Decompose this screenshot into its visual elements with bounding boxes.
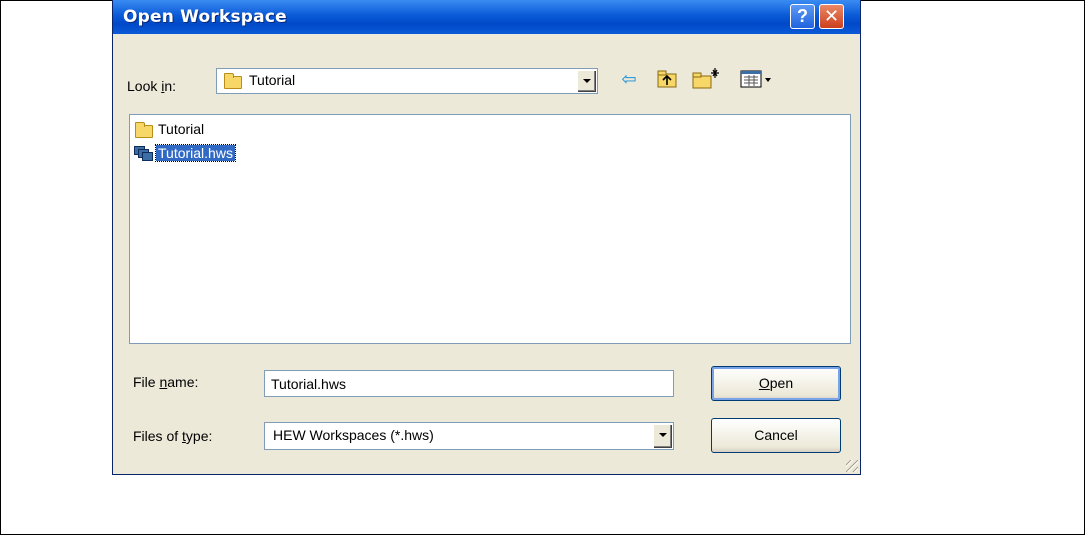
- file-type-label-prefix: Files of: [133, 428, 183, 444]
- chevron-down-icon[interactable]: [577, 70, 596, 92]
- look-in-label: Look in:: [127, 78, 176, 94]
- file-type-select[interactable]: HEW Workspaces (*.hws): [264, 422, 674, 450]
- open-button[interactable]: Open: [711, 366, 841, 401]
- file-name-label-suffix: ame:: [167, 374, 199, 390]
- file-type-label: Files of type:: [133, 428, 212, 444]
- open-button-accel: O: [758, 375, 770, 391]
- file-type-value: HEW Workspaces (*.hws): [273, 427, 434, 443]
- open-workspace-dialog: Open Workspace ? ✕ Look in: Tutorial ⇦ T…: [112, 0, 861, 475]
- file-type-label-suffix: ype:: [185, 428, 213, 444]
- look-in-combo[interactable]: Tutorial: [216, 68, 598, 94]
- file-name-label: File name:: [133, 374, 198, 390]
- close-button[interactable]: ✕: [819, 4, 844, 29]
- chevron-down-icon[interactable]: [653, 424, 672, 448]
- dialog-title: Open Workspace: [123, 7, 287, 27]
- title-bar[interactable]: Open Workspace ? ✕: [113, 0, 860, 34]
- back-arrow-icon[interactable]: ⇦: [616, 66, 642, 92]
- list-item-label: Tutorial.hws: [155, 144, 236, 162]
- views-menu-icon[interactable]: [739, 66, 779, 92]
- resize-grip[interactable]: [846, 460, 858, 472]
- list-item-label: Tutorial: [158, 121, 205, 137]
- folder-icon: [224, 73, 242, 89]
- cancel-button[interactable]: Cancel: [711, 418, 841, 453]
- file-name-input[interactable]: [264, 370, 674, 397]
- help-button[interactable]: ?: [790, 4, 815, 29]
- new-folder-icon[interactable]: [690, 66, 722, 92]
- look-in-label-suffix: n:: [164, 78, 177, 94]
- file-list[interactable]: Tutorial Tutorial.hws: [129, 114, 851, 344]
- file-name-label-prefix: File: [133, 374, 160, 390]
- workspace-file-icon: [134, 146, 154, 162]
- look-in-label-prefix: Look: [127, 78, 162, 94]
- up-folder-icon[interactable]: [654, 66, 680, 92]
- look-in-value: Tutorial: [249, 72, 296, 88]
- open-button-label: pen: [769, 375, 794, 391]
- folder-icon: [135, 122, 153, 138]
